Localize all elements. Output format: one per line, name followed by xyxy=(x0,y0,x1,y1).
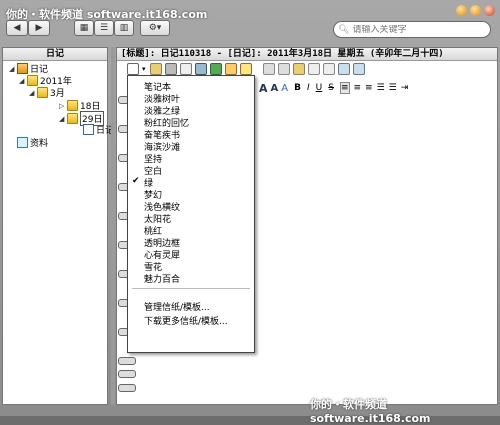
export-icon[interactable] xyxy=(224,63,237,75)
save-icon[interactable] xyxy=(164,63,177,75)
zoom-icon[interactable] xyxy=(352,63,365,75)
spiral-ring xyxy=(118,370,136,378)
list-icon: ☰ xyxy=(99,23,109,33)
print-icon[interactable] xyxy=(179,63,192,75)
dropdown-arrow-icon[interactable]: ▾ xyxy=(142,65,146,73)
view-columns-button[interactable]: ▥ xyxy=(114,20,134,36)
bullets-icon[interactable]: ☰ xyxy=(377,83,385,93)
image-icon[interactable] xyxy=(194,63,207,75)
undo-icon[interactable] xyxy=(307,63,320,75)
italic-button[interactable]: I xyxy=(307,83,310,93)
close-button[interactable] xyxy=(484,5,495,16)
font-size-icon[interactable]: A xyxy=(259,82,268,95)
collapse-icon[interactable]: ◢ xyxy=(19,77,27,85)
align-left-icon[interactable]: ≡ xyxy=(339,82,350,94)
folder-icon xyxy=(67,100,78,111)
folder-icon xyxy=(67,113,78,124)
expand-icon[interactable]: ▷ xyxy=(59,102,67,110)
collapse-icon[interactable]: ◢ xyxy=(9,65,17,73)
underline-button[interactable]: U xyxy=(316,83,323,93)
document-icon xyxy=(17,137,28,148)
font-color-icon[interactable]: A xyxy=(271,83,279,94)
paste-icon[interactable] xyxy=(292,63,305,75)
book-icon xyxy=(17,63,28,74)
folder-icon xyxy=(37,87,48,98)
editor-toolbar-2: A A A B I U S ≡ ≡ ≡ ☰ ☰ ⇥ xyxy=(259,80,408,96)
folder-icon xyxy=(27,75,38,86)
highlight-icon[interactable]: A xyxy=(281,83,288,94)
manage-stationery-item[interactable]: 管理信纸/模板... xyxy=(144,300,210,313)
menu-separator xyxy=(132,288,250,289)
numbering-icon[interactable]: ☰ xyxy=(389,83,397,93)
collapse-icon[interactable]: ◢ xyxy=(29,89,37,97)
grid-icon: ▦ xyxy=(79,23,89,33)
left-tree-pane: 日记 ◢ 日记 ◢ 2011年 ◢ 3月 ▷ 18日 ◢ 29日 日记 资料 xyxy=(2,47,114,405)
align-center-icon[interactable]: ≡ xyxy=(354,83,362,93)
search-input[interactable] xyxy=(349,24,473,35)
new-page-icon[interactable] xyxy=(127,63,139,75)
tree-label: 3月 xyxy=(50,89,65,99)
settings-button[interactable]: ⚙▾ xyxy=(140,20,170,36)
maximize-button[interactable] xyxy=(470,5,481,16)
forward-button[interactable]: ▶ xyxy=(28,20,50,36)
note-icon[interactable] xyxy=(239,63,252,75)
indent-icon[interactable]: ⇥ xyxy=(401,83,409,93)
minimize-button[interactable] xyxy=(456,5,467,16)
align-right-icon[interactable]: ≡ xyxy=(365,83,373,93)
note-icon xyxy=(83,124,94,135)
search-icon: 🔍︎ xyxy=(338,24,350,35)
spiral-ring xyxy=(118,357,136,365)
tree-item-entry[interactable]: 日记 xyxy=(83,123,114,136)
spiral-ring xyxy=(118,384,136,392)
import-icon[interactable] xyxy=(209,63,222,75)
view-grid-button[interactable]: ▦ xyxy=(74,20,94,36)
columns-icon: ▥ xyxy=(119,23,129,33)
checkmark-icon: ✔ xyxy=(132,176,140,186)
bold-button[interactable]: B xyxy=(294,83,301,93)
watermark-bottom: 你的・软件频道 software.it168.com xyxy=(310,398,431,425)
find-icon[interactable] xyxy=(337,63,350,75)
view-list-button[interactable]: ☰ xyxy=(94,20,114,36)
back-button[interactable]: ◀ xyxy=(6,20,28,36)
collapse-icon[interactable]: ◢ xyxy=(59,115,67,123)
left-pane-header: 日记 xyxy=(3,48,107,61)
cut-icon[interactable] xyxy=(277,63,290,75)
tree-item-march[interactable]: ◢ 3月 xyxy=(29,86,65,99)
entry-header: [标题]: 日记110318 - [日记]: 2011年3月18日 星期五 (辛… xyxy=(117,48,497,61)
app-window: 你的・软件频道 software.it168.com ◀ ▶ ▦ ☰ ▥ ⚙▾ … xyxy=(0,0,500,425)
menu-item[interactable]: 魅力百合 xyxy=(144,272,180,285)
redo-icon[interactable] xyxy=(322,63,335,75)
open-icon[interactable] xyxy=(149,63,162,75)
tree-item-resources[interactable]: 资料 xyxy=(17,136,48,149)
download-stationery-item[interactable]: 下载更多信纸/模板... xyxy=(144,314,228,327)
pane-splitter[interactable] xyxy=(111,47,115,405)
copy-icon[interactable] xyxy=(262,63,275,75)
strike-button[interactable]: S xyxy=(328,83,334,93)
top-toolbar: ◀ ▶ ▦ ☰ ▥ ⚙▾ 🔍︎ xyxy=(0,18,500,44)
search-box[interactable]: 🔍︎ xyxy=(333,21,491,38)
stationery-menu: 笔记本 淡雅树叶 淡雅之绿 粉红的回忆 奋笔疾书 海滨沙滩 坚持 空白 ✔ 绿 … xyxy=(127,75,255,353)
tree-label: 资料 xyxy=(30,139,49,149)
